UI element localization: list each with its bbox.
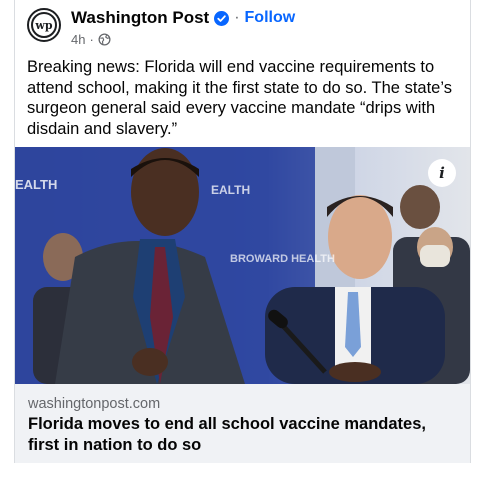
avatar-monogram: wp [31, 12, 57, 38]
link-title: Florida moves to end all school vaccine … [28, 415, 426, 454]
verified-badge-icon [214, 10, 230, 26]
post-card: wp Washington Post · Follow 4h · Breakin… [14, 0, 471, 463]
globe-icon[interactable] [98, 33, 111, 46]
follow-button[interactable]: Follow [245, 9, 296, 27]
photo-illustration: EALTH EALTH BROWARD HEALTH [15, 147, 470, 384]
info-icon[interactable]: i [428, 159, 456, 187]
title-row: Washington Post · Follow [71, 8, 295, 28]
post-photo[interactable]: EALTH EALTH BROWARD HEALTH i [15, 147, 470, 384]
link-domain: washingtonpost.com [28, 396, 161, 412]
page-name[interactable]: Washington Post [71, 8, 209, 28]
backdrop-text-3: BROWARD HEALTH [230, 253, 335, 265]
backdrop-text-1: EALTH [15, 177, 57, 192]
page-avatar[interactable]: wp [27, 8, 61, 42]
post-header: wp Washington Post · Follow 4h · [27, 8, 460, 52]
separator-dot: · [234, 9, 240, 26]
link-preview[interactable]: washingtonpost.com Florida moves to end … [15, 384, 470, 463]
post-timestamp[interactable]: 4h [71, 32, 85, 47]
backdrop-text-2: EALTH [211, 183, 250, 197]
post-text: Breaking news: Florida will end vaccine … [27, 58, 452, 138]
post-meta: 4h · [71, 32, 111, 47]
meta-separator: · [89, 32, 94, 47]
